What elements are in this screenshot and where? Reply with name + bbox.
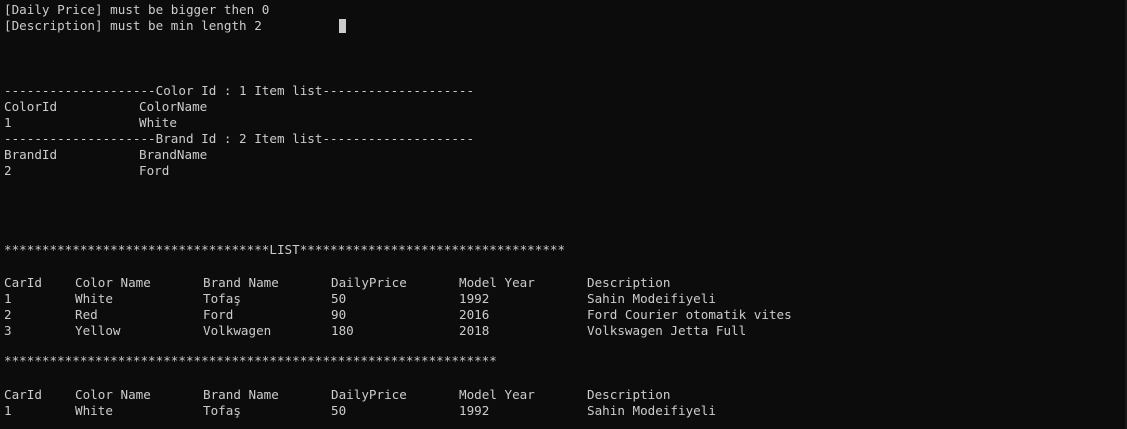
table-cell: 2 (4, 307, 12, 322)
table-cell: Volkswagen Jetta Full (587, 323, 747, 338)
car-table-header-row: CarId Color Name Brand Name DailyPrice M… (4, 275, 670, 291)
table-cell: 1 (4, 291, 12, 306)
table-cell: 180 (331, 323, 354, 338)
table-cell: White (75, 403, 113, 418)
table-cell: 1992 (459, 403, 490, 418)
table-cell: White (75, 291, 113, 306)
column-header: Brand Name (203, 275, 279, 290)
text-cursor (339, 19, 346, 33)
column-header: CarId (4, 275, 42, 290)
list-section-header: ***********************************LIST*… (4, 242, 566, 257)
column-header: Model Year (459, 387, 535, 402)
column-header: Description (587, 275, 671, 290)
column-header: Description (587, 387, 671, 402)
table-cell: Tofaş (203, 403, 241, 418)
car-table-row: 3 Yellow Volkwagen 180 2018 Volkswagen J… (4, 323, 746, 339)
brand-table-row: 2 Ford (4, 163, 169, 179)
table-cell: 2018 (459, 323, 490, 338)
table-cell: Yellow (75, 323, 121, 338)
color-section-header: --------------------Color Id : 1 Item li… (4, 83, 475, 98)
table-cell: 2016 (459, 307, 490, 322)
table-cell: Ford Courier otomatik vites (587, 307, 792, 322)
list-separator: ****************************************… (4, 353, 497, 368)
table-cell: 2 (4, 163, 12, 178)
car-table-row: 1 White Tofaş 50 1992 Sahin Modeifiyeli (4, 291, 716, 307)
table-cell: 3 (4, 323, 12, 338)
brand-section-header: --------------------Brand Id : 2 Item li… (4, 131, 475, 146)
color-table-header-row: ColorId ColorName (4, 99, 207, 115)
table-cell: 50 (331, 291, 347, 306)
table-cell: Sahin Modeifiyeli (587, 291, 716, 306)
column-header: Color Name (75, 387, 151, 402)
brand-table-header-row: BrandId BrandName (4, 147, 207, 163)
color-table-row: 1 White (4, 115, 177, 131)
table-cell: 50 (331, 403, 347, 418)
column-header: BrandName (139, 147, 208, 162)
single-car-header-row: CarId Color Name Brand Name DailyPrice M… (4, 387, 670, 403)
table-cell: Volkwagen (203, 323, 272, 338)
table-cell: Ford (203, 307, 234, 322)
validation-message: [Description] must be min length 2 (4, 18, 262, 33)
column-header: ColorId (4, 99, 58, 114)
column-header: DailyPrice (331, 387, 407, 402)
table-cell: Ford (139, 163, 170, 178)
table-cell: 1992 (459, 291, 490, 306)
column-header: DailyPrice (331, 275, 407, 290)
column-header: BrandId (4, 147, 58, 162)
table-cell: 90 (331, 307, 347, 322)
car-table-row: 2 Red Ford 90 2016 Ford Courier otomatik… (4, 307, 792, 323)
console-window[interactable]: [Daily Price] must be bigger then 0 [Des… (0, 0, 1127, 429)
single-car-row: 1 White Tofaş 50 1992 Sahin Modeifiyeli (4, 403, 716, 419)
table-cell: 1 (4, 403, 12, 418)
column-header: ColorName (139, 99, 208, 114)
column-header: Model Year (459, 275, 535, 290)
column-header: Color Name (75, 275, 151, 290)
table-cell: White (139, 115, 177, 130)
validation-message: [Daily Price] must be bigger then 0 (4, 2, 270, 17)
column-header: CarId (4, 387, 42, 402)
table-cell: 1 (4, 115, 12, 130)
table-cell: Red (75, 307, 98, 322)
column-header: Brand Name (203, 387, 279, 402)
table-cell: Sahin Modeifiyeli (587, 403, 716, 418)
table-cell: Tofaş (203, 291, 241, 306)
